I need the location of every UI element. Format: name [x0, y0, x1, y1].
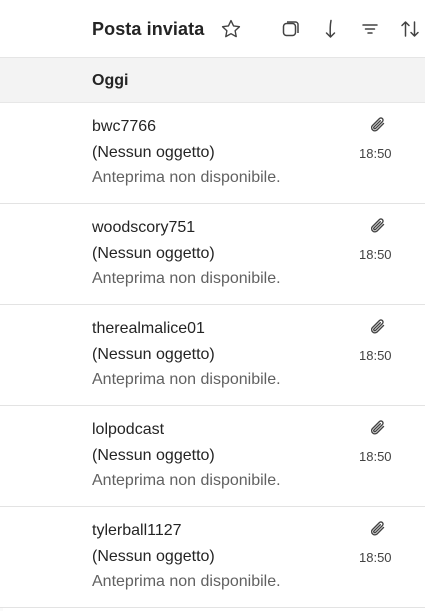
- message-sender: bwc7766: [92, 118, 157, 135]
- message-sender: tylerball1127: [92, 522, 182, 539]
- message-preview: Anteprima non disponibile.: [92, 472, 281, 489]
- date-group-header[interactable]: Oggi: [0, 58, 425, 103]
- message-row[interactable]: lolpodcast (Nessun oggetto) Anteprima no…: [0, 406, 425, 507]
- folder-header: Posta inviata: [0, 0, 425, 58]
- message-subject: (Nessun oggetto): [92, 346, 215, 363]
- filter-icon[interactable]: [358, 17, 382, 41]
- message-preview: Anteprima non disponibile.: [92, 169, 281, 186]
- date-group-label: Oggi: [92, 72, 129, 89]
- message-time: 18:50: [359, 348, 392, 363]
- message-sender: lolpodcast: [92, 421, 165, 438]
- message-list: bwc7766 (Nessun oggetto) Anteprima non d…: [0, 103, 425, 608]
- message-subject: (Nessun oggetto): [92, 144, 215, 161]
- message-row[interactable]: tylerball1127 (Nessun oggetto) Anteprima…: [0, 507, 425, 608]
- message-subject: (Nessun oggetto): [92, 447, 215, 464]
- attachment-icon: [368, 519, 388, 539]
- message-preview: Anteprima non disponibile.: [92, 270, 281, 287]
- message-subject: (Nessun oggetto): [92, 548, 215, 565]
- message-time: 18:50: [359, 247, 392, 262]
- attachment-icon: [368, 216, 388, 236]
- message-preview: Anteprima non disponibile.: [92, 371, 281, 388]
- attachment-icon: [368, 418, 388, 438]
- message-time: 18:50: [359, 449, 392, 464]
- message-preview: Anteprima non disponibile.: [92, 573, 281, 590]
- message-sender: therealmalice01: [92, 320, 205, 337]
- sort-icon[interactable]: [398, 17, 422, 41]
- message-row[interactable]: therealmalice01 (Nessun oggetto) Antepri…: [0, 305, 425, 406]
- attachment-icon: [368, 115, 388, 135]
- message-time: 18:50: [359, 146, 392, 161]
- select-icon[interactable]: [279, 17, 303, 41]
- message-row[interactable]: woodscory751 (Nessun oggetto) Anteprima …: [0, 204, 425, 305]
- star-icon[interactable]: [219, 17, 243, 41]
- jump-to-icon[interactable]: [318, 17, 342, 41]
- message-subject: (Nessun oggetto): [92, 245, 215, 262]
- message-time: 18:50: [359, 550, 392, 565]
- message-sender: woodscory751: [92, 219, 196, 236]
- message-row[interactable]: bwc7766 (Nessun oggetto) Anteprima non d…: [0, 103, 425, 204]
- folder-title: Posta inviata: [92, 19, 205, 39]
- attachment-icon: [368, 317, 388, 337]
